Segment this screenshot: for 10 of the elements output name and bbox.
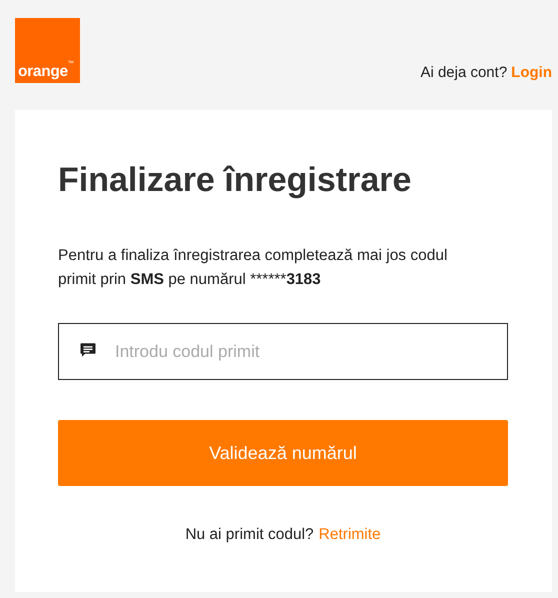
login-link[interactable]: Login	[511, 64, 552, 81]
code-input-field[interactable]: Introdu codul primit	[58, 323, 508, 380]
logo-text: orange	[18, 64, 68, 79]
account-prompt: Ai deja cont?	[420, 64, 508, 81]
validate-button[interactable]: Validează numărul	[58, 420, 508, 486]
instruction-text: Pentru a finaliza înregistrarea completează mai jos codul primit prin SMS pe numărul ******3183	[58, 246, 448, 290]
resend-prompt: Nu ai primit codul?	[185, 526, 314, 544]
resend-link[interactable]: Retrimite	[318, 526, 381, 544]
message-icon	[79, 341, 97, 359]
page-title: Finalizare înregistrare	[58, 160, 412, 200]
